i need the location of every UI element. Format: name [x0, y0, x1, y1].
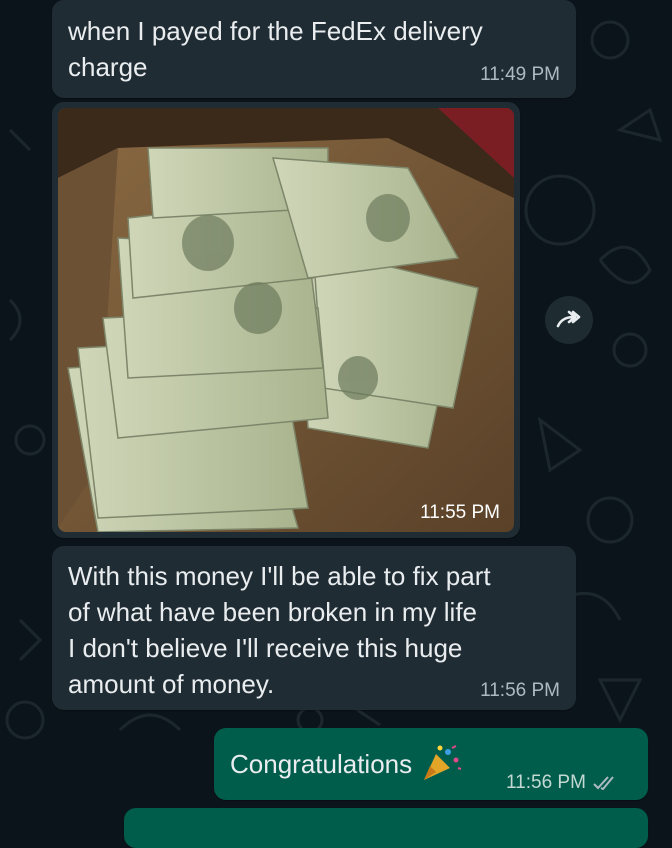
message-timestamp: 11:56 PM: [506, 772, 618, 794]
image-message-bubble[interactable]: 11:55 PM: [52, 102, 520, 538]
message-time-text: 11:56 PM: [506, 772, 586, 793]
message-timestamp: 11:56 PM: [480, 680, 560, 701]
forward-icon: [556, 310, 581, 328]
message-timestamp: 11:55 PM: [420, 502, 500, 523]
message-text: when I payed for the FedEx delivery char…: [68, 16, 483, 82]
message-bubble-incoming[interactable]: when I payed for the FedEx delivery char…: [52, 0, 576, 98]
message-bubble-outgoing-partial[interactable]: [124, 808, 648, 848]
message-text: Congratulations: [230, 749, 413, 779]
forward-button[interactable]: [545, 296, 593, 344]
message-bubble-incoming[interactable]: With this money I'll be able to fix part…: [52, 546, 576, 710]
message-timestamp: 11:49 PM: [480, 64, 560, 85]
message-content: Congratulations: [230, 744, 462, 784]
message-bubble-outgoing[interactable]: Congratulations 11:56 PM: [214, 728, 648, 800]
photo-cash-in-box[interactable]: [58, 108, 514, 532]
double-check-icon: [593, 776, 614, 791]
party-popper-icon: [424, 745, 462, 780]
message-text: With this money I'll be able to fix part…: [68, 561, 491, 699]
